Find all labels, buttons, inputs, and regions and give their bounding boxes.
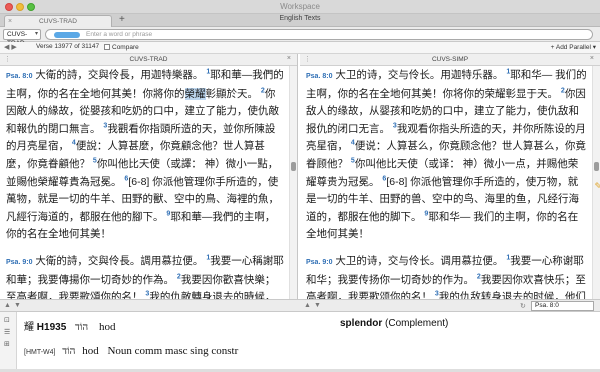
- search-placeholder: Enter a word or phrase: [86, 31, 153, 38]
- triangle-up-icon[interactable]: ▲: [4, 302, 11, 309]
- verse-reference[interactable]: Psa. 9:0: [6, 259, 32, 266]
- nav-arrows-icon[interactable]: ◀▶: [4, 43, 19, 51]
- morph-code: [HMT-W4]: [24, 349, 56, 356]
- verse-text: 彰顯於天。: [205, 87, 259, 100]
- hebrew-word: הוֹד: [62, 346, 76, 357]
- verse-reference[interactable]: Psa. 8:0: [306, 73, 332, 80]
- pane-title: CUVS-TRAD: [129, 56, 168, 63]
- source-word: 耀: [24, 322, 34, 333]
- verse-reference[interactable]: Psa. 9:0: [306, 259, 332, 266]
- verse-text: 大卫的诗，交与伶长。用迦特乐器。: [335, 69, 504, 81]
- plus-icon: +: [550, 44, 555, 51]
- text-pane-right[interactable]: ⋮ CUVS-SIMP × Psa. 8:0 大卫的诗，交与伶长。用迦特乐器。 …: [300, 54, 600, 321]
- scrollbar[interactable]: [289, 66, 297, 299]
- search-scope-pill[interactable]: [54, 32, 80, 38]
- tab-bar: × CUVS-TRAD + English Texts: [0, 14, 600, 27]
- compare-label: Compare: [112, 44, 139, 51]
- gloss-word: splendor: [340, 318, 383, 329]
- lexical-entry: 耀 H1935 הוֹד hod: [24, 318, 115, 333]
- search-input[interactable]: Enter a word or phrase: [45, 29, 593, 40]
- close-icon[interactable]: ×: [287, 55, 291, 62]
- gloss: splendor (Complement): [340, 318, 448, 329]
- add-parallel-label: Add Parallel: [555, 44, 591, 51]
- morphology-entry: [HMT-W4] הוֹד hod Noun comm masc sing co…: [24, 345, 238, 357]
- window-subtitle: English Texts: [279, 15, 321, 22]
- add-parallel-button[interactable]: + Add Parallel ▾: [551, 43, 596, 51]
- verse-text: 大衛的詩，交與伶長。調用慕拉便。: [35, 254, 204, 267]
- hebrew-word: הוֹד: [75, 322, 89, 333]
- pane-header: ⋮ CUVS-TRAD ×: [0, 54, 297, 66]
- pane-footer: ▲ ▼ ▲ ▼ ↻ Psa. 8:0: [0, 299, 600, 312]
- navigation-row: ◀▶ Verse 13977 of 31147 Compare + Add Pa…: [0, 42, 600, 54]
- verse-text: 大衛的詩，交與伶長，用迦特樂器。: [35, 69, 204, 81]
- close-icon[interactable]: ×: [590, 55, 594, 62]
- triangle-up-icon[interactable]: ▲: [304, 302, 311, 309]
- transliteration: hod: [98, 321, 116, 333]
- scroll-thumb[interactable]: [291, 162, 296, 171]
- scroll-thumb[interactable]: [594, 162, 599, 171]
- verse-text: 大卫的诗，交与伶长。调用慕拉便。: [335, 254, 504, 267]
- word-info-panel: ⊡ ☰ ⊞ 耀 H1935 הוֹד hod splendor (Complem…: [0, 312, 600, 372]
- translation-select[interactable]: CUVS-TRAD ▾: [3, 29, 41, 47]
- verse-counter: Verse 13977 of 31147: [36, 43, 100, 50]
- title-bar: Workspace: [0, 0, 600, 14]
- refresh-icon[interactable]: ↻: [520, 302, 526, 310]
- gloss-role: (Complement): [385, 318, 449, 329]
- reference-input[interactable]: Psa. 8:0: [531, 301, 594, 311]
- pane-header: ⋮ CUVS-SIMP ×: [300, 54, 600, 66]
- reference-value: Psa. 8:0: [535, 302, 559, 309]
- triangle-down-icon[interactable]: ▼: [14, 302, 21, 309]
- chevron-down-icon: ▾: [592, 44, 596, 51]
- verse-reference[interactable]: Psa. 8:0: [6, 73, 32, 80]
- chevron-down-icon: ▾: [34, 31, 38, 37]
- pane-title: CUVS-SIMP: [431, 56, 469, 63]
- selected-word[interactable]: 榮耀: [184, 87, 206, 100]
- transliteration: hod: [82, 345, 99, 357]
- text-pane-left[interactable]: ⋮ CUVS-TRAD × Psa. 8:0 大衛的詩，交與伶長，用迦特樂器。 …: [0, 54, 298, 321]
- triangle-down-icon[interactable]: ▼: [314, 302, 321, 309]
- pencil-icon[interactable]: ✎: [594, 181, 600, 192]
- strongs-number[interactable]: H1935: [37, 322, 66, 333]
- parsing: Noun comm masc sing constr: [107, 345, 239, 357]
- bible-text: Psa. 8:0 大衛的詩，交與伶長，用迦特樂器。 1耶和華—我們的主啊，你的名…: [6, 67, 285, 324]
- search-toolbar: CUVS-TRAD ▾ Enter a word or phrase: [0, 27, 600, 47]
- bible-text: Psa. 8:0 大卫的诗，交与伶长。用迦特乐器。 1耶和华— 我们的主啊，你的…: [306, 67, 588, 324]
- paragraph: Psa. 8:0 大卫的诗，交与伶长。用迦特乐器。 1耶和华— 我们的主啊，你的…: [306, 67, 588, 244]
- info-sidebar: ⊡ ☰ ⊞: [0, 312, 17, 372]
- link-icon[interactable]: ⊞: [4, 340, 10, 348]
- window-title: Workspace: [280, 2, 320, 11]
- checkbox-icon: [104, 44, 110, 50]
- dictionary-icon[interactable]: ☰: [4, 328, 10, 336]
- paragraph: Psa. 8:0 大衛的詩，交與伶長，用迦特樂器。 1耶和華—我們的主啊，你的名…: [6, 67, 285, 244]
- lock-icon[interactable]: ⊡: [4, 316, 10, 324]
- compare-checkbox[interactable]: Compare: [104, 44, 139, 51]
